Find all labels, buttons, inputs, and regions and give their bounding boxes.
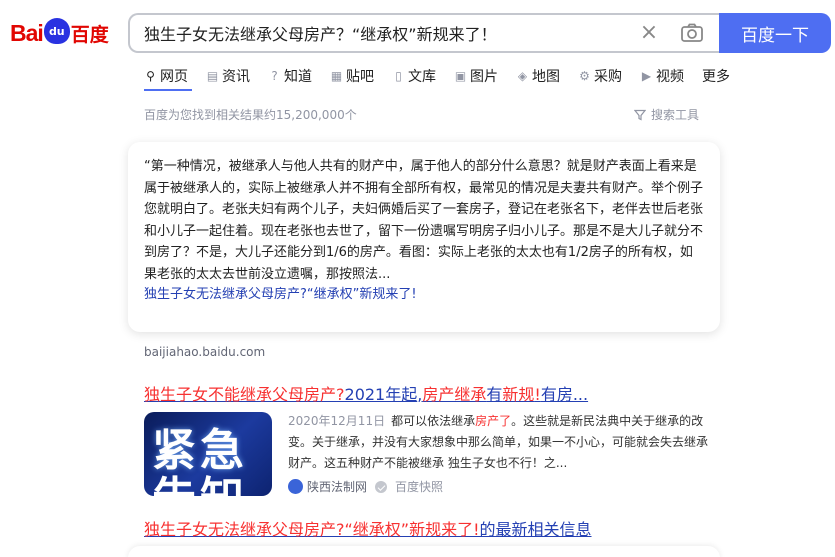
filter-icon <box>634 109 646 120</box>
tab-9[interactable]: 更多 <box>702 64 730 88</box>
site-avatar-icon <box>288 479 303 494</box>
tab-8[interactable]: ▶ 视频 <box>640 64 684 88</box>
tab-label: 知道 <box>284 69 312 85</box>
tab-5[interactable]: ▣ 图片 <box>454 64 498 88</box>
card-title-link[interactable]: 独生子女无法继承父母房产?“继承权”新规来了! <box>144 286 704 304</box>
title-part: 有房... <box>540 385 589 404</box>
search-tools-button[interactable]: 搜索工具 <box>634 106 699 123</box>
tab-label: 视频 <box>656 69 684 85</box>
news-icon: ▤ <box>206 68 219 83</box>
site-name[interactable]: 陕西法制网 <box>307 478 367 495</box>
news-title-rest: 的最新相关信息 <box>479 520 592 539</box>
active-tab-underline <box>144 89 192 91</box>
close-icon[interactable]: × <box>639 22 659 44</box>
title-part: 独生子女不能继承父母房产 <box>144 385 337 404</box>
verified-icon <box>375 480 388 493</box>
search-input[interactable] <box>144 23 624 43</box>
result-thumbnail[interactable]: 紧急 告知 <box>144 412 272 496</box>
tieba-icon: ▦ <box>330 68 343 83</box>
tab-label: 地图 <box>532 69 560 85</box>
thumbnail-text-line2: 告知 <box>152 474 248 497</box>
search-tabs: ⚲ 网页 ▤ 资讯? 知道 ▦ 贴吧 ▯ 文库 ▣ 图片 ◈ 地图 ⚙ 采购 ▶ 视频 更多 <box>144 64 748 88</box>
image-icon: ▣ <box>454 68 467 83</box>
next-result-card <box>128 546 720 557</box>
question-icon: ? <box>271 68 278 83</box>
news-title-link[interactable]: 独生子女无法继承父母房产?“继承权”新规来了!的最新相关信息 <box>144 516 592 540</box>
snippet-text-a: 都可以依法继承 <box>391 414 476 428</box>
title-part: 房产继承 <box>422 385 487 404</box>
tab-4[interactable]: ▯ 文库 <box>392 64 436 88</box>
result-source-url[interactable]: baijiahao.baidu.com <box>144 345 265 359</box>
title-part: 有 <box>486 385 503 404</box>
title-part: 2021年起 <box>344 385 418 404</box>
tab-2[interactable]: ? 知道 <box>268 64 312 88</box>
tab-3[interactable]: ▦ 贴吧 <box>330 64 374 88</box>
baidu-logo[interactable]: Bai du 百度 <box>10 16 109 50</box>
result-meta: 陕西法制网 百度快照 <box>288 478 443 495</box>
thumbnail-text-line1: 紧急 <box>152 425 248 476</box>
tab-7[interactable]: ⚙ 采购 <box>578 64 622 88</box>
cart-icon: ⚙ <box>579 68 590 83</box>
result-date: 2020年12月11日 <box>288 414 386 428</box>
tab-label: 贴吧 <box>346 69 374 85</box>
tab-label: 网页 <box>160 69 188 85</box>
tab-label: 资讯 <box>222 69 250 85</box>
tab-0[interactable]: ⚲ 网页 <box>144 64 188 88</box>
tab-6[interactable]: ◈ 地图 <box>516 64 560 88</box>
map-pin-icon: ◈ <box>517 68 528 83</box>
search-icon: ⚲ <box>146 68 155 83</box>
tab-1[interactable]: ▤ 资讯 <box>206 64 250 88</box>
camera-icon[interactable] <box>680 22 704 44</box>
tab-label: 图片 <box>470 69 498 85</box>
title-part: ? <box>336 385 345 404</box>
document-icon: ▯ <box>395 68 402 83</box>
result-title-link[interactable]: 独生子女不能继承父母房产?2021年起,房产继承有新规!有房... <box>144 381 588 405</box>
news-title-highlight: 独生子女无法继承父母房产?“继承权”新规来了! <box>144 520 480 539</box>
tab-label: 文库 <box>408 69 436 85</box>
search-box: × <box>128 13 720 53</box>
card-snippet: “第一种情况，被继承人与他人共有的财产中，属于他人的部分什么意思？就是财产表面上… <box>144 159 704 282</box>
tab-label: 采购 <box>594 69 622 85</box>
logo-text-cn: 百度 <box>70 23 109 46</box>
result-count: 百度为您找到相关结果约15,200,000个 <box>144 108 357 122</box>
snapshot-link[interactable]: 百度快照 <box>395 478 443 495</box>
snippet-highlight: 房产了 <box>475 414 512 428</box>
result-card: “第一种情况，被继承人与他人共有的财产中，属于他人的部分什么意思？就是财产表面上… <box>128 142 720 332</box>
title-part: 新规 <box>502 385 535 404</box>
video-icon: ▶ <box>641 68 652 83</box>
search-tools-label: 搜索工具 <box>651 108 700 122</box>
logo-text-bai: Bai <box>10 19 44 46</box>
paw-icon: du <box>43 18 70 44</box>
tab-label: 更多 <box>702 69 730 85</box>
search-button[interactable]: 百度一下 <box>719 13 831 53</box>
result-snippet: 2020年12月11日 都可以依法继承房产了。这些就是新民法典中关于继承的改变。关… <box>288 411 708 474</box>
